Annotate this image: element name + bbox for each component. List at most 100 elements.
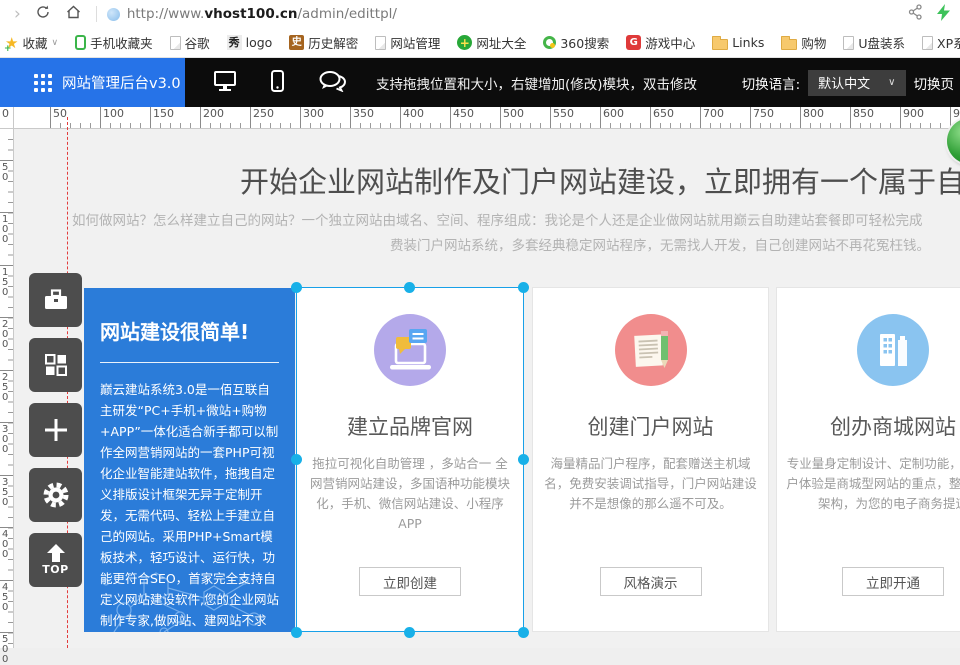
address-bar[interactable]: http://www.vhost100.cn/admin/edittpl/ xyxy=(127,6,397,22)
language-label: 切换语言: xyxy=(742,73,801,93)
style-demo-button[interactable]: 风格演示 xyxy=(600,567,702,596)
divider xyxy=(100,362,279,363)
bookmark-label: 谷歌 xyxy=(185,33,210,52)
ruler-label: 3 0 0 xyxy=(2,425,8,455)
ruler-tick xyxy=(250,107,251,128)
xiu-badge-icon: 秀 xyxy=(227,35,242,50)
bookmark-item[interactable]: 秀logo xyxy=(227,35,273,50)
url-prefix: http://www. xyxy=(127,6,205,22)
bookmark-item[interactable]: G游戏中心 xyxy=(626,33,695,52)
ruler-label: 2 5 0 xyxy=(2,373,8,403)
ruler-label: 350 xyxy=(353,107,374,120)
admin-brand[interactable]: 网站管理后台v3.0 xyxy=(0,58,185,107)
open-now-button[interactable]: 立即开通 xyxy=(842,567,944,596)
chevron-down-icon: ∨ xyxy=(888,77,895,88)
editor-tip-text: 支持拖拽位置和大小，右键增加(修改)模块，双击修改 xyxy=(376,73,697,93)
bookmark-item[interactable]: +网址大全 xyxy=(457,33,526,52)
language-select[interactable]: 默认中文∨ xyxy=(808,70,905,96)
promo-title: 网站建设很简单! xyxy=(100,316,279,345)
selection-handle[interactable] xyxy=(518,627,529,638)
ruler-label: 300 xyxy=(303,107,324,120)
selection-handle[interactable] xyxy=(291,627,302,638)
home-icon[interactable] xyxy=(65,4,82,24)
hero-subtitle-line2: 费装门户网站系统，多套经典稳定网站程序，无需找人开发，自己创建网站不再花冤枉钱。 xyxy=(390,234,930,254)
card-brand-site[interactable]: 建立品牌官网 拖拉可视化自助管理 ，多站合一 全网营销网站建设，多国语种功能模块… xyxy=(296,287,524,632)
game-g-icon: G xyxy=(626,35,641,50)
back-to-top-button[interactable]: TOP xyxy=(29,533,82,587)
ruler-label: 4 0 0 xyxy=(2,530,8,560)
chevron-down-icon: ∨ xyxy=(51,38,58,48)
ruler-label: 3 5 0 xyxy=(2,478,8,508)
bookmark-folder[interactable]: 购物 xyxy=(781,33,826,52)
card-desc: 专业量身定制设计、定制功能，注重用户体验是商城型网站的重点，整合SEO架构，为您… xyxy=(786,454,960,514)
admin-topbar: 网站管理后台v3.0 支持拖拽位置和大小，右键增加(修改)模块，双击修改 切换语… xyxy=(0,58,960,107)
ruler-tick xyxy=(600,107,601,128)
horizontal-ruler: 5010015020025030035040045050055060065070… xyxy=(14,107,960,129)
bookmark-favorites[interactable]: ★收藏∨ xyxy=(5,33,58,52)
card-portal-site[interactable]: 创建门户网站 海量精品门户程序，配套赠送主机域名，免费安装调试指导，门户网站建设… xyxy=(532,287,769,632)
bookmark-label: 购物 xyxy=(801,33,826,52)
folder-icon xyxy=(781,39,797,50)
modules-button[interactable] xyxy=(29,338,82,392)
molecule-pattern xyxy=(84,562,295,632)
selection-handle[interactable] xyxy=(404,282,415,293)
refresh-icon[interactable] xyxy=(35,4,51,24)
ruler-label: 5 0 0 xyxy=(2,635,8,665)
green-plus-icon: + xyxy=(457,35,472,50)
ruler-label: 900 xyxy=(903,107,924,120)
bookmark-item[interactable]: 360搜索 xyxy=(543,33,609,52)
ruler-tick xyxy=(650,107,651,128)
ruler-label: 100 xyxy=(103,107,124,120)
card-title: 创建门户网站 xyxy=(533,411,768,441)
share-icon[interactable] xyxy=(907,4,923,24)
bookmark-mobile-folder[interactable]: 手机收藏夹 xyxy=(75,33,153,52)
vertical-ruler: 5 01 0 01 5 02 0 02 5 03 0 03 5 04 0 04 … xyxy=(0,129,14,648)
url-path: /admin/edittpl/ xyxy=(297,6,396,22)
card-desc: 拖拉可视化自助管理 ，多站合一 全网营销网站建设，多国语种功能模块化，手机、微信… xyxy=(306,454,514,534)
bookmark-item[interactable]: 谷歌 xyxy=(170,33,210,52)
selection-handle[interactable] xyxy=(291,282,302,293)
ruler-tick xyxy=(0,212,13,213)
admin-title: 网站管理后台v3.0 xyxy=(62,72,181,93)
page-switch-link[interactable]: 切换页 xyxy=(914,73,955,93)
mobile-view-icon[interactable] xyxy=(271,70,284,96)
ruler-tick xyxy=(100,107,101,128)
toolbox-button[interactable] xyxy=(29,273,82,327)
settings-button[interactable] xyxy=(29,468,82,522)
promo-panel[interactable]: 网站建设很简单! 巅云建站系统3.0是一佰互联自主研发“PC+手机+微站+购物+… xyxy=(84,288,295,632)
selection-handle[interactable] xyxy=(404,627,415,638)
bookmark-item[interactable]: 网站管理 xyxy=(375,33,440,52)
ruler-label: 750 xyxy=(753,107,774,120)
selection-handle[interactable] xyxy=(518,282,529,293)
selection-handle[interactable] xyxy=(518,454,529,465)
lightning-icon[interactable] xyxy=(937,4,950,25)
forward-icon[interactable]: › xyxy=(14,6,21,23)
bookmark-label: 收藏 xyxy=(22,33,47,52)
ruler-label: 650 xyxy=(653,107,674,120)
create-now-button[interactable]: 立即创建 xyxy=(359,567,461,596)
desktop-view-icon[interactable] xyxy=(213,70,237,96)
ruler-tick xyxy=(700,107,701,128)
ruler-label: 550 xyxy=(553,107,574,120)
page-icon xyxy=(843,36,854,50)
ruler-tick xyxy=(300,107,301,128)
card-mall-site[interactable]: 创办商城网站 专业量身定制设计、定制功能，注重用户体验是商城型网站的重点，整合S… xyxy=(776,287,960,632)
bookmark-item[interactable]: 史历史解密 xyxy=(289,33,358,52)
ring-360-icon xyxy=(543,36,556,49)
browser-toolbar: › http://www.vhost100.cn/admin/edittpl/ xyxy=(0,0,960,28)
chat-bubbles-icon[interactable] xyxy=(318,70,346,96)
ruler-tick xyxy=(0,160,13,161)
folder-icon xyxy=(712,39,728,50)
bookmark-item[interactable]: U盘装系 xyxy=(843,33,905,52)
add-module-button[interactable] xyxy=(29,403,82,457)
ruler-tick xyxy=(550,107,551,128)
ruler-label: 2 0 0 xyxy=(2,320,8,350)
shi-badge-icon: 史 xyxy=(289,35,304,50)
ruler-tick xyxy=(750,107,751,128)
ruler-tick xyxy=(0,317,13,318)
ruler-tick xyxy=(0,632,13,633)
bookmark-label: XP系统 xyxy=(937,33,960,52)
bookmark-folder[interactable]: Links xyxy=(712,35,764,50)
selection-handle[interactable] xyxy=(291,454,302,465)
bookmark-item[interactable]: XP系统 xyxy=(922,33,960,52)
